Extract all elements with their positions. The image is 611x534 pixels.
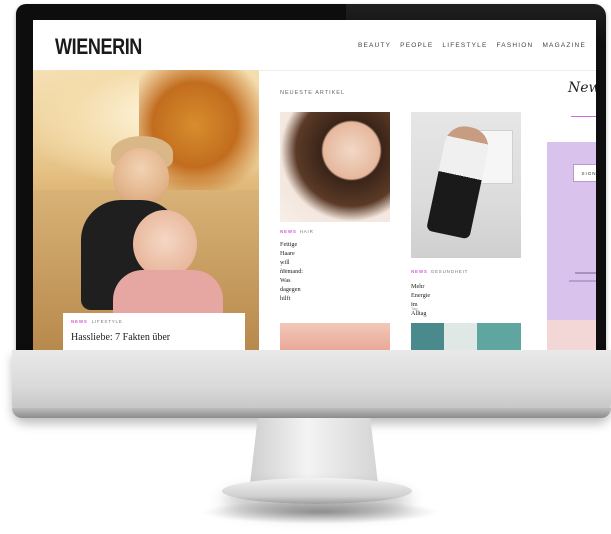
article-tag-accent: NEWS [280, 229, 297, 234]
nav-item-fashion[interactable]: FASHION [497, 42, 534, 49]
article-title[interactable]: Mehr Energie im Alltag [411, 282, 430, 318]
hero-article-tags: NEWS LIFESTYLE [71, 319, 237, 324]
article-tag-accent: NEWS [411, 269, 428, 274]
promo-strip [547, 320, 596, 350]
divider [571, 116, 596, 117]
nav-item-people[interactable]: PEOPLE [400, 42, 433, 49]
article-tags: NEWS HAIR [280, 229, 314, 234]
nav-item-magazine[interactable]: MAGAZINE [542, 42, 586, 49]
article-tag: GESUNDHEIT [430, 269, 469, 274]
monitor-chin [12, 350, 611, 418]
hero-tag-accent: NEWS [71, 319, 88, 324]
article-tags: NEWS GESUNDHEIT [411, 269, 468, 274]
newsletter-heading: New [568, 80, 596, 96]
article-tag: HAIR [299, 229, 314, 234]
monitor-stand-base [222, 478, 412, 504]
article-image[interactable] [411, 112, 521, 258]
site-header: WIENERIN BEAUTY PEOPLE LIFESTYLE FASHION… [33, 20, 596, 71]
article-meta: 1 Tag [280, 262, 287, 272]
site-logo[interactable]: WIENERIN [55, 34, 142, 60]
nav-item-lifestyle[interactable]: LIFESTYLE [442, 42, 487, 49]
monitor-stand-neck [250, 418, 378, 484]
article-image[interactable] [411, 323, 521, 350]
article-meta: 1 Tag [411, 301, 418, 311]
nav-item-beauty[interactable]: BEAUTY [358, 42, 391, 49]
promo-box: SIGN [547, 142, 596, 320]
hero-article-title[interactable]: Hassliebe: 7 Fakten über [71, 332, 237, 343]
main-nav: BEAUTY PEOPLE LIFESTYLE FASHION MAGAZINE [358, 42, 586, 49]
monitor-screen: WIENERIN BEAUTY PEOPLE LIFESTYLE FASHION… [33, 20, 596, 350]
article-title-line: niemand: Was dagegen hilft [280, 268, 304, 302]
article-image[interactable] [280, 323, 390, 350]
article-image[interactable] [280, 112, 390, 222]
signup-button[interactable]: SIGN [573, 164, 596, 182]
hero-article-card[interactable]: NEWS LIFESTYLE Hassliebe: 7 Fakten über [63, 313, 245, 350]
hero-image[interactable] [33, 70, 259, 350]
hero-tag: LIFESTYLE [91, 319, 123, 324]
section-label-latest: NEUESTE ARTIKEL [280, 90, 346, 96]
article-title-line: Mehr Energie im Alltag [411, 283, 431, 317]
